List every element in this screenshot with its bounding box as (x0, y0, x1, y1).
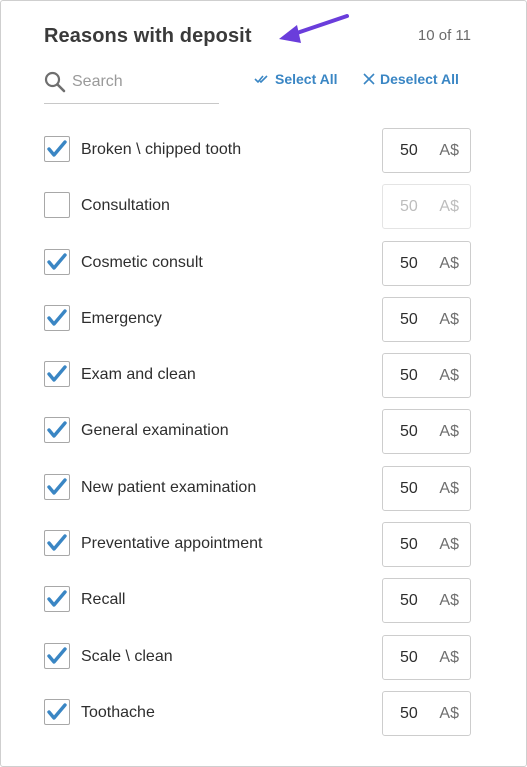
reason-list: Broken \ chipped tooth 50 A$ Consultation 50… (1, 123, 526, 742)
reason-checkbox[interactable] (44, 642, 70, 669)
checkmark-icon (47, 478, 67, 495)
reason-label: Consultation (81, 197, 170, 215)
reason-checkbox[interactable] (44, 361, 70, 388)
checkmark-icon (47, 421, 67, 439)
reason-label: Recall (81, 591, 126, 609)
deposit-amount-input[interactable]: 50 A$ (382, 578, 471, 624)
checkmark-icon (47, 534, 67, 551)
deposit-amount-value: 50 (400, 423, 418, 441)
search-box (44, 65, 219, 104)
deposit-amount-value: 50 (400, 142, 418, 159)
reason-row: New patient examination 50 A$ (1, 461, 526, 517)
reason-label: Scale \ clean (81, 647, 173, 665)
deposit-amount-value: 50 (400, 648, 418, 666)
search-input[interactable] (72, 69, 212, 95)
currency-label: A$ (439, 310, 459, 328)
currency-label: A$ (439, 367, 459, 385)
checkmark-icon (47, 646, 67, 664)
deposit-amount-value: 50 (400, 198, 418, 216)
reason-label: Toothache (81, 703, 155, 721)
deposit-amount-value: 50 (400, 310, 418, 328)
checkmark-icon (47, 252, 67, 270)
reasons-panel: Reasons with deposit 10 of 11 Select All… (0, 0, 527, 767)
reason-row: Recall 50 A$ (1, 573, 526, 629)
deposit-amount-value: 50 (400, 592, 418, 610)
reason-checkbox[interactable] (44, 417, 70, 444)
checkmark-icon (47, 309, 67, 326)
currency-label: A$ (439, 142, 459, 159)
deposit-amount-input[interactable]: 50 A$ (382, 353, 471, 399)
deposit-amount-input[interactable]: 50 A$ (382, 128, 471, 173)
currency-label: A$ (439, 198, 459, 216)
reason-row: Cosmetic consult 50 A$ (1, 236, 526, 292)
checkmark-icon (47, 140, 67, 157)
search-icon (44, 71, 66, 93)
reason-row: Consultation 50 A$ (1, 179, 526, 235)
close-icon (363, 73, 375, 85)
currency-label: A$ (439, 254, 459, 272)
reason-checkbox[interactable] (44, 698, 70, 725)
double-check-icon (254, 75, 268, 84)
currency-label: A$ (439, 423, 459, 441)
checkmark-icon (47, 703, 67, 720)
reason-checkbox[interactable] (44, 192, 70, 219)
deposit-amount-input[interactable]: 50 A$ (382, 634, 471, 680)
reason-label: Cosmetic consult (81, 253, 203, 271)
reason-row: Toothache 50 A$ (1, 686, 526, 742)
deposit-amount-input[interactable]: 50 A$ (382, 690, 471, 736)
deposit-amount-input[interactable]: 50 A$ (382, 296, 471, 342)
reason-row: Broken \ chipped tooth 50 A$ (1, 123, 526, 179)
reason-row: General examination 50 A$ (1, 404, 526, 460)
currency-label: A$ (439, 648, 459, 666)
checkmark-icon (47, 590, 67, 608)
reason-checkbox[interactable] (44, 248, 70, 275)
reason-checkbox[interactable] (44, 136, 70, 162)
reason-row: Preventative appointment 50 A$ (1, 517, 526, 573)
select-all-label: Select All (275, 71, 338, 87)
panel-title: Reasons with deposit (44, 25, 252, 47)
annotation-arrow-icon (279, 14, 349, 43)
deselect-all-label: Deselect All (380, 71, 459, 87)
selection-count: 10 of 11 (417, 27, 471, 44)
deposit-amount-value: 50 (400, 479, 418, 497)
reason-checkbox[interactable] (44, 304, 70, 331)
deposit-amount-input[interactable]: 50 A$ (382, 409, 471, 455)
deselect-all-button[interactable]: Deselect All (363, 71, 459, 87)
reason-label: Broken \ chipped tooth (81, 141, 242, 158)
reason-row: Scale \ clean 50 A$ (1, 630, 526, 686)
reason-checkbox[interactable] (44, 473, 70, 500)
deposit-amount-value: 50 (400, 704, 418, 722)
reason-label: Exam and clean (81, 366, 196, 384)
deposit-amount-input[interactable]: 50 A$ (382, 240, 471, 286)
deposit-amount-value: 50 (400, 367, 418, 385)
reason-label: Emergency (81, 309, 162, 327)
currency-label: A$ (439, 479, 459, 497)
currency-label: A$ (439, 704, 459, 722)
select-all-button[interactable]: Select All (254, 71, 338, 87)
checkmark-icon (47, 365, 67, 382)
currency-label: A$ (439, 592, 459, 610)
deposit-amount-input[interactable]: 50 A$ (382, 522, 471, 568)
reason-label: New patient examination (81, 478, 257, 496)
deposit-amount-input[interactable]: 50 A$ (382, 465, 471, 511)
reason-row: Emergency 50 A$ (1, 292, 526, 348)
currency-label: A$ (439, 536, 459, 554)
reason-checkbox[interactable] (44, 586, 70, 613)
reason-row: Exam and clean 50 A$ (1, 348, 526, 404)
reason-label: Preventative appointment (81, 535, 263, 553)
deposit-amount-value: 50 (400, 254, 418, 272)
reason-label: General examination (81, 422, 229, 440)
deposit-amount-input[interactable]: 50 A$ (382, 184, 471, 230)
reason-checkbox[interactable] (44, 530, 70, 557)
deposit-amount-value: 50 (400, 536, 418, 554)
